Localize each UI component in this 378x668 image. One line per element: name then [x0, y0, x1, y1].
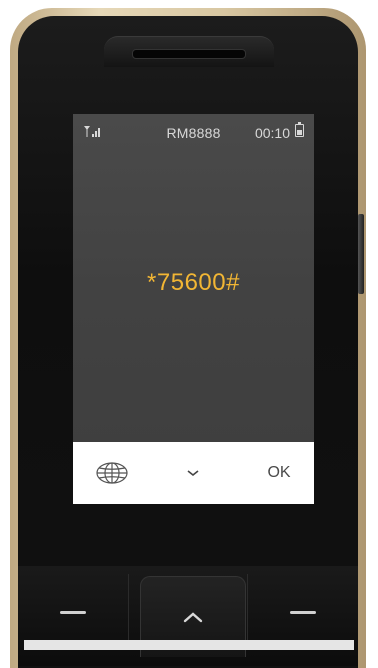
- status-bar: RM8888 00:10: [73, 114, 314, 146]
- left-soft-key[interactable]: [18, 574, 129, 650]
- side-volume-key[interactable]: [358, 214, 364, 294]
- right-soft-key[interactable]: [247, 574, 358, 650]
- phone-screen: RM8888 00:10 *75600# OK: [73, 114, 314, 504]
- status-time: 00:10: [254, 125, 290, 141]
- globe-icon: [96, 462, 128, 484]
- battery-icon: [295, 122, 304, 137]
- dialed-number: *75600#: [147, 269, 240, 296]
- softkey-center[interactable]: [168, 442, 218, 504]
- earpiece: [104, 36, 274, 67]
- dash-icon: [290, 610, 316, 614]
- speaker-grille: [132, 49, 246, 59]
- keypad-bottom-edge: [24, 640, 354, 650]
- softkey-ok[interactable]: OK: [254, 442, 304, 504]
- softkey-bar: OK: [73, 442, 314, 504]
- battery-level-fill: [297, 130, 302, 135]
- chevron-down-icon: [187, 470, 199, 477]
- dash-icon: [60, 610, 86, 614]
- chevron-up-icon: [183, 612, 203, 623]
- softkey-left[interactable]: [87, 442, 137, 504]
- hardware-keypad: [18, 566, 358, 666]
